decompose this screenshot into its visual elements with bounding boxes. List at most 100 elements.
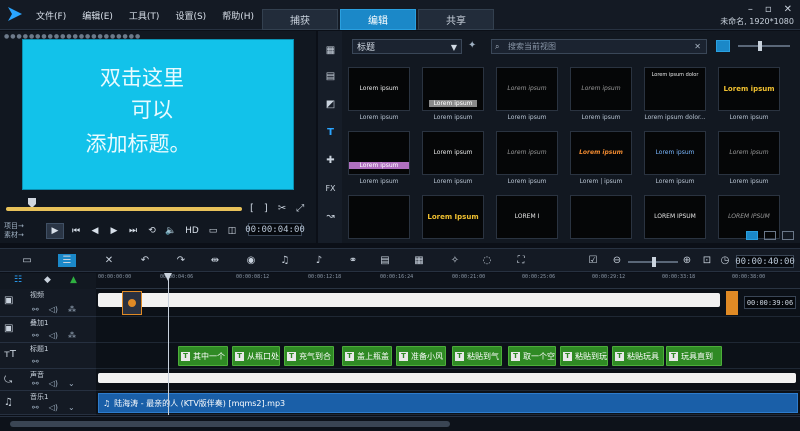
media-icon[interactable]: ▦ [324,45,337,57]
timeline-scrollbar[interactable] [0,416,800,431]
split-clip-icon[interactable]: ✂ [278,203,286,214]
fullscreen-icon[interactable] [782,231,794,240]
music-clip[interactable]: ♫ 陆海涛 - 最亲的人 (KTV版伴奏) [mqms2].mp3 [98,393,798,413]
time-remap-icon[interactable]: ◌ [480,254,494,267]
mask-icon[interactable]: ✧ [448,254,462,267]
menu-edit[interactable]: 编辑(E) [82,9,113,22]
time-ruler[interactable]: 00:00:00:00 00:00:04:06 00:00:08:12 00:0… [96,273,800,289]
slider-knob[interactable] [652,257,656,267]
title-preset[interactable]: Lorem ipsum Lorem ipsum [496,131,558,185]
thumb-view-icon[interactable] [764,231,776,240]
timeline-timecode[interactable]: 00:00:40:00 [735,255,795,268]
fx-icon[interactable]: FX [324,183,337,195]
title-clip[interactable]: T 盖上瓶盖 [342,346,392,366]
graphics-icon[interactable]: ✚ [324,155,337,167]
title-preset[interactable]: Lorem ipsum Lorem | ipsum [570,131,632,185]
speaker-icon[interactable]: ◁) [49,379,58,388]
fit-icon[interactable]: ⇹ [208,254,222,267]
crop-icon[interactable]: ⛶ [514,254,528,267]
add-favorite-icon[interactable]: ✦ [468,40,476,51]
title-preset[interactable]: LOREM I [496,195,558,242]
motion-icon[interactable]: ⚭ [346,254,360,267]
undo-icon[interactable]: ↶ [138,254,152,267]
expand-icon[interactable]: ⤢ [296,203,304,214]
path-icon[interactable]: ↝ [324,211,337,223]
mark-in-button[interactable]: [ [250,203,254,214]
restore-button[interactable]: ▫ [765,4,772,15]
speaker-icon[interactable]: ◁) [49,403,58,412]
tab-share[interactable]: 共享 [418,9,494,30]
title-clip[interactable]: T 粘贴到玩 [560,346,608,366]
menu-help[interactable]: 帮助(H) [222,9,254,22]
aspect-button[interactable]: ▭ [206,224,220,238]
close-button[interactable]: ✕ [784,4,792,15]
voice-clip[interactable] [98,373,796,383]
list-view-icon[interactable] [746,231,758,240]
title-preset[interactable] [348,195,410,242]
title-preset[interactable]: Lorem ipsum Lorem ipsum [570,67,632,121]
multicam-icon[interactable]: ▦ [412,254,426,267]
menu-file[interactable]: 文件(F) [36,9,66,22]
tab-capture[interactable]: 捕获 [262,9,338,30]
slider-knob[interactable] [758,41,762,51]
checkbox-icon[interactable]: ☑ [586,254,600,267]
link-icon[interactable]: ⚯ [32,305,39,314]
hd-button[interactable]: HD [183,224,201,238]
title-clip[interactable]: T 其中一个 [178,346,228,366]
title-clip[interactable]: T 取一个空 [508,346,556,366]
player-timecode[interactable]: 00:00:04:00 [245,223,305,236]
repeat-button[interactable]: ⟲ [145,224,159,238]
category-dropdown[interactable]: 标题 ▼ [352,39,462,54]
speaker-icon[interactable]: ◁) [49,305,58,314]
timeline-zoom-slider[interactable] [628,257,678,267]
minimize-button[interactable]: – [748,4,753,15]
title-preset[interactable]: Lorem ipsum Lorem ipsum [718,67,780,121]
mark-out-button[interactable]: ] [264,203,268,214]
storyboard-view-icon[interactable]: ▭ [20,254,34,267]
voice-track[interactable] [96,369,800,391]
prev-frame-button[interactable]: ◀ [88,224,102,238]
link-icon[interactable]: ⚯ [32,403,39,412]
redo-icon[interactable]: ↷ [174,254,188,267]
record-icon[interactable]: ◉ [244,254,258,267]
title-preset[interactable]: Lorem ipsum dolor Lorem ipsum dolor... [644,67,706,121]
tools-icon[interactable]: ✕ [102,254,116,267]
transition-icon[interactable]: ◩ [324,99,337,111]
home-button[interactable]: ⏮ [69,224,83,238]
title-preset[interactable]: Lorem ipsum Lorem ipsum [348,67,410,121]
video-clip-end[interactable] [726,291,738,315]
title-clip[interactable]: T 玩具直到 [666,346,722,366]
play-mode[interactable]: 项目→ 素材→ [4,222,46,240]
instant-project-icon[interactable]: ▤ [324,71,337,83]
view-toggle-button[interactable] [716,40,730,52]
title-preset[interactable]: Lorem Ipsum [422,195,484,242]
title-preset[interactable]: Lorem ipsum Lorem ipsum [348,131,410,185]
title-preset[interactable]: Lorem ipsum Lorem ipsum [422,131,484,185]
auto-music-icon[interactable]: ♪ [312,254,326,267]
title-clip[interactable]: T 粘贴到气 [452,346,502,366]
tab-edit[interactable]: 编辑 [340,9,416,30]
title-clip[interactable]: T 充气到合 [284,346,334,366]
title-track[interactable]: T 其中一个 T 从瓶口处 T 充气到合 T 盖上瓶盖 T 准备小风 T 粘贴到气 T 取一个空 T 粘贴到玩… [96,343,800,369]
video-track[interactable]: 00:00:39:06 [96,289,800,317]
play-button[interactable]: ▶ [46,223,64,239]
search-input[interactable]: ⌕ 搜索当前视图 ✕ [491,39,707,54]
title-icon[interactable]: T [324,127,337,139]
overlay-track[interactable] [96,317,800,343]
title-preset[interactable]: Lorem ipsum Lorem ipsum [496,67,558,121]
zoom-in-icon[interactable]: ⊕ [680,254,694,267]
title-preset[interactable] [570,195,632,242]
menu-settings[interactable]: 设置(S) [175,9,206,22]
menu-tools[interactable]: 工具(T) [129,9,160,22]
title-preset[interactable]: Lorem ipsum Lorem ipsum [718,131,780,185]
thumbnail-size-slider[interactable] [738,41,790,51]
speaker-icon[interactable]: ◁) [49,331,58,340]
scrubber-bar[interactable] [6,207,242,211]
fit-project-icon[interactable]: ⊡ [700,254,714,267]
next-frame-button[interactable]: ▶ [107,224,121,238]
link-icon[interactable]: ⚯ [32,331,39,340]
track-manager-icon[interactable]: ☷ [14,275,22,285]
clear-icon[interactable]: ✕ [694,42,701,51]
playhead[interactable] [168,273,169,415]
title-clip[interactable]: T 从瓶口处 [232,346,280,366]
